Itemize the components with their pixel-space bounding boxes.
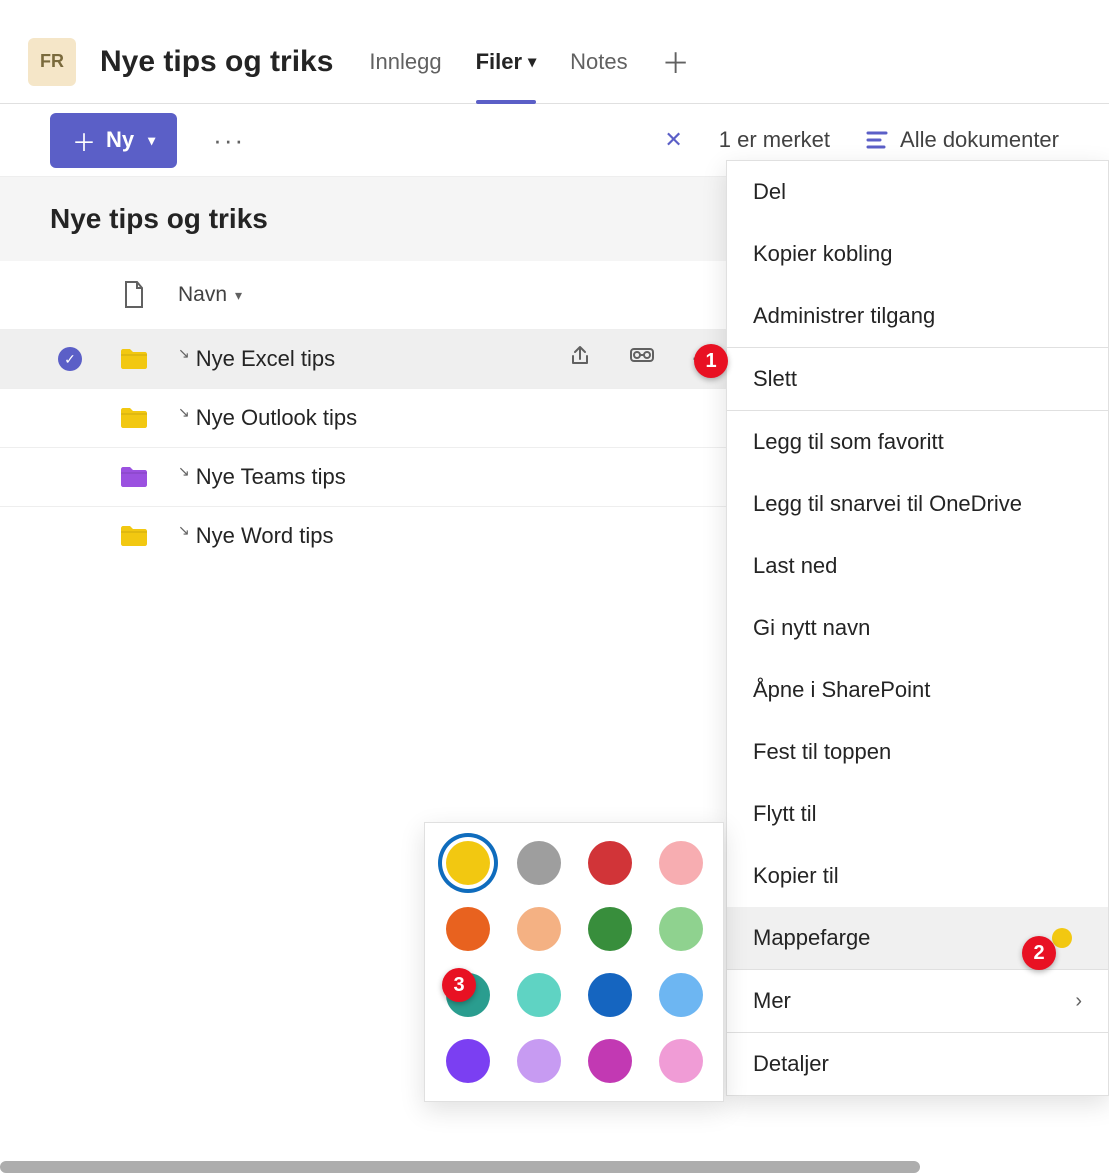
menu-item[interactable]: Kopier til (727, 845, 1108, 907)
shortcut-icon: ↘ (178, 463, 190, 480)
tab-label: Filer (476, 49, 522, 75)
new-button[interactable]: ＋ Ny ▾ (50, 113, 177, 168)
menu-item-label: Legg til snarvei til OneDrive (753, 491, 1022, 517)
menu-item[interactable]: Legg til snarvei til OneDrive (727, 473, 1108, 535)
folder-icon (114, 347, 154, 371)
clear-selection-button[interactable]: ✕ (664, 127, 682, 153)
menu-item[interactable]: Fest til toppen (727, 721, 1108, 783)
menu-item[interactable]: Kopier kobling (727, 223, 1108, 285)
annotation-badge-3: 3 (442, 968, 476, 1002)
menu-item[interactable]: Mer › (727, 970, 1108, 1032)
channel-header: FR Nye tips og triks Innlegg Filer ▾ Not… (0, 0, 1109, 104)
color-swatch[interactable] (446, 841, 490, 885)
chevron-down-icon: ▾ (235, 287, 242, 304)
color-picker-flyout (424, 822, 724, 1102)
color-swatch[interactable] (588, 907, 632, 951)
menu-item[interactable]: Åpne i SharePoint (727, 659, 1108, 721)
menu-item[interactable]: Legg til som favoritt (727, 411, 1108, 473)
shortcut-icon: ↘ (178, 345, 190, 362)
add-tab-button[interactable]: ＋ (662, 42, 690, 82)
checkmark-icon: ✓ (58, 347, 82, 371)
color-swatch[interactable] (517, 1039, 561, 1083)
color-swatch[interactable] (588, 841, 632, 885)
tab-label: Notes (570, 49, 627, 75)
selection-count: 1 er merket (719, 127, 830, 153)
shortcut-icon: ↘ (178, 404, 190, 421)
folder-name-label: Nye Word tips (196, 523, 334, 549)
menu-item-label: Åpne i SharePoint (753, 677, 930, 703)
annotation-badge-1: 1 (694, 344, 728, 378)
channel-title: Nye tips og triks (100, 45, 333, 79)
color-swatch[interactable] (446, 1039, 490, 1083)
color-swatch[interactable] (517, 973, 561, 1017)
plus-icon: ＋ (72, 123, 96, 158)
menu-item[interactable]: Administrer tilgang (727, 285, 1108, 347)
share-icon[interactable] (569, 345, 593, 373)
tab-label: Innlegg (369, 49, 441, 75)
chevron-right-icon: › (1075, 990, 1082, 1013)
annotation-badge-2: 2 (1022, 936, 1056, 970)
menu-item-label: Kopier kobling (753, 241, 892, 267)
menu-item[interactable]: Slett (727, 348, 1108, 410)
shortcut-icon: ↘ (178, 522, 190, 539)
folder-name-label: Nye Teams tips (196, 464, 346, 490)
color-indicator-dot (1052, 928, 1072, 948)
link-icon[interactable] (629, 345, 655, 373)
menu-item-label: Slett (753, 366, 797, 392)
menu-item-label: Mappefarge (753, 925, 870, 951)
color-swatch[interactable] (659, 1039, 703, 1083)
file-type-column-icon[interactable] (114, 281, 154, 309)
chevron-down-icon: ▾ (148, 132, 155, 149)
menu-item[interactable]: Gi nytt navn (727, 597, 1108, 659)
horizontal-scrollbar[interactable] (0, 1161, 920, 1173)
menu-item[interactable]: Flytt til (727, 783, 1108, 845)
menu-item-label: Kopier til (753, 863, 839, 889)
view-switcher-label: Alle dokumenter (900, 127, 1059, 153)
menu-item-label: Flytt til (753, 801, 817, 827)
row-name[interactable]: ↘ Nye Teams tips (178, 464, 346, 490)
more-actions-button[interactable]: ··· (213, 125, 245, 156)
color-swatch[interactable] (659, 841, 703, 885)
tab-posts[interactable]: Innlegg (369, 20, 441, 103)
folder-icon (114, 524, 154, 548)
name-column-label: Navn (178, 283, 227, 307)
folder-icon (114, 465, 154, 489)
menu-item-label: Fest til toppen (753, 739, 891, 765)
menu-item-label: Del (753, 179, 786, 205)
color-swatch[interactable] (517, 907, 561, 951)
row-selection[interactable]: ✓ (50, 347, 90, 371)
menu-item-label: Mer (753, 988, 791, 1014)
view-switcher[interactable]: Alle dokumenter (866, 127, 1059, 153)
menu-item-label: Administrer tilgang (753, 303, 935, 329)
name-column-header[interactable]: Navn ▾ (178, 283, 242, 307)
menu-item-label: Legg til som favoritt (753, 429, 944, 455)
menu-item[interactable]: Detaljer (727, 1033, 1108, 1095)
row-name[interactable]: ↘ Nye Word tips (178, 523, 333, 549)
list-view-icon (866, 131, 888, 149)
color-swatch[interactable] (659, 973, 703, 1017)
color-swatch[interactable] (446, 907, 490, 951)
color-swatch[interactable] (517, 841, 561, 885)
folder-name-label: Nye Outlook tips (196, 405, 357, 431)
avatar: FR (28, 38, 76, 86)
color-swatch[interactable] (588, 973, 632, 1017)
menu-item[interactable]: Del (727, 161, 1108, 223)
tab-strip: Innlegg Filer ▾ Notes ＋ (369, 20, 689, 103)
row-name[interactable]: ↘ Nye Excel tips (178, 346, 335, 372)
menu-item[interactable]: Last ned (727, 535, 1108, 597)
color-swatch[interactable] (588, 1039, 632, 1083)
tab-files[interactable]: Filer ▾ (476, 20, 537, 103)
folder-icon (114, 406, 154, 430)
row-name[interactable]: ↘ Nye Outlook tips (178, 405, 357, 431)
chevron-down-icon: ▾ (528, 52, 536, 72)
menu-item-label: Gi nytt navn (753, 615, 870, 641)
new-button-label: Ny (106, 127, 134, 153)
folder-name-label: Nye Excel tips (196, 346, 335, 372)
menu-item-label: Detaljer (753, 1051, 829, 1077)
tab-notes[interactable]: Notes (570, 20, 627, 103)
menu-item-label: Last ned (753, 553, 837, 579)
color-swatch[interactable] (659, 907, 703, 951)
